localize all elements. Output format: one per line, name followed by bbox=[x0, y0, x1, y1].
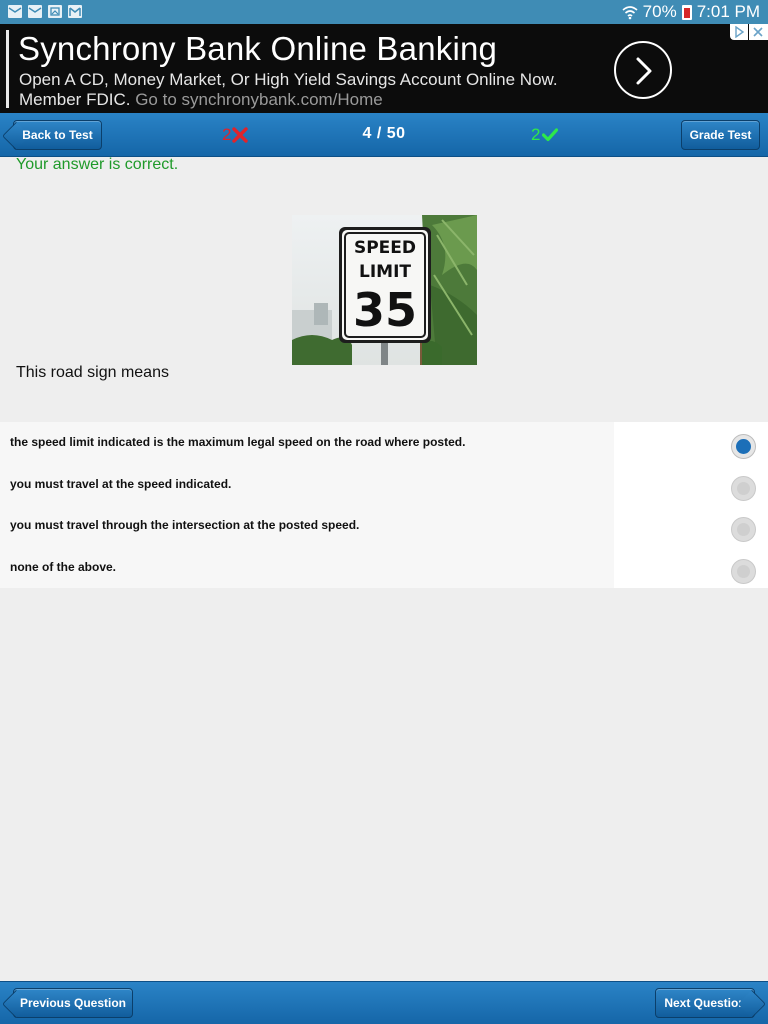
next-question-button[interactable]: Next Question bbox=[655, 988, 755, 1018]
answer-text[interactable]: you must travel through the intersection… bbox=[10, 518, 359, 532]
road-sign-image: SPEED LIMIT 35 bbox=[292, 215, 477, 365]
ad-close-button[interactable] bbox=[749, 24, 768, 40]
radio-unselected-icon[interactable] bbox=[731, 476, 756, 501]
radio-unselected-icon[interactable] bbox=[731, 559, 756, 584]
grade-test-button[interactable]: Grade Test bbox=[681, 120, 760, 150]
footer-bar: Previous Question Next Question bbox=[0, 981, 768, 1024]
previous-question-label: Previous Question bbox=[19, 996, 127, 1010]
answer-feedback: Your answer is correct. bbox=[16, 156, 179, 173]
mail-icon bbox=[28, 5, 42, 18]
answer-text[interactable]: none of the above. bbox=[10, 560, 116, 574]
correct-count: 2 bbox=[531, 125, 559, 145]
gmail-icon bbox=[68, 5, 82, 18]
ad-open-button[interactable] bbox=[614, 41, 672, 99]
ad-choices-button[interactable] bbox=[730, 24, 748, 40]
status-right: 70% 7:01 PM bbox=[622, 2, 760, 22]
ad-title[interactable]: Synchrony Bank Online Banking bbox=[18, 30, 497, 68]
ad-accent-bar bbox=[6, 30, 9, 108]
question-prompt: This road sign means bbox=[16, 364, 169, 381]
answer-option[interactable]: you must travel at the speed indicated. bbox=[0, 464, 768, 505]
battery-icon bbox=[681, 4, 692, 20]
answer-text[interactable]: you must travel at the speed indicated. bbox=[10, 477, 231, 491]
wifi-icon bbox=[622, 6, 638, 20]
checkmark-icon bbox=[542, 128, 559, 142]
header-bar: Back to Test 2 4 / 50 2 Grade Test bbox=[0, 113, 768, 157]
ad-footer-line: Member FDIC. Go to synchronybank.com/Hom… bbox=[19, 90, 383, 110]
sign-speed-number: 35 bbox=[353, 283, 417, 337]
answer-option[interactable]: none of the above. bbox=[0, 547, 768, 588]
question-progress: 4 / 50 bbox=[362, 125, 406, 142]
answer-text[interactable]: the speed limit indicated is the maximum… bbox=[10, 435, 465, 449]
chevron-right-icon bbox=[636, 57, 652, 85]
grade-test-label: Grade Test bbox=[689, 128, 752, 142]
ad-banner[interactable]: Synchrony Bank Online Banking Open A CD,… bbox=[0, 24, 768, 113]
battery-percent: 70% bbox=[642, 2, 677, 21]
ad-disclaimer: Member FDIC. bbox=[19, 90, 131, 109]
close-icon bbox=[753, 27, 763, 37]
clock: 7:01 PM bbox=[696, 2, 760, 21]
correct-count-value: 2 bbox=[531, 125, 541, 144]
ad-choices-icon bbox=[735, 26, 745, 38]
next-question-label: Next Question bbox=[664, 996, 746, 1010]
notification-icons bbox=[8, 5, 82, 18]
status-bar: 70% 7:01 PM bbox=[0, 0, 768, 24]
mail-icon bbox=[8, 5, 22, 18]
ad-description: Open A CD, Money Market, Or High Yield S… bbox=[19, 70, 558, 89]
radio-unselected-icon[interactable] bbox=[731, 517, 756, 542]
image-icon bbox=[48, 5, 62, 18]
radio-selected-icon[interactable] bbox=[731, 434, 756, 459]
answer-option[interactable]: you must travel through the intersection… bbox=[0, 505, 768, 546]
answer-list: the speed limit indicated is the maximum… bbox=[0, 422, 768, 588]
sign-line-speed: SPEED bbox=[354, 238, 416, 258]
answer-option[interactable]: the speed limit indicated is the maximum… bbox=[0, 422, 768, 463]
ad-url[interactable]: Go to synchronybank.com/Home bbox=[135, 90, 383, 109]
previous-question-button[interactable]: Previous Question bbox=[13, 988, 133, 1018]
sign-line-limit: LIMIT bbox=[359, 262, 411, 282]
